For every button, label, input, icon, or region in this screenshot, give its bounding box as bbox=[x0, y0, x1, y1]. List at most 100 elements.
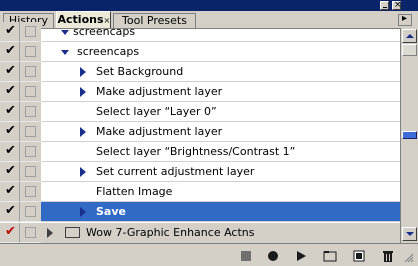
set-label: Wow 7-Graphic Enhance Actns bbox=[86, 226, 255, 239]
checkmark-icon: ✔ bbox=[5, 83, 16, 98]
set-label: screencaps bbox=[77, 45, 140, 58]
list-item[interactable]: ✔ Select layer “Layer 0” bbox=[0, 102, 400, 122]
record-icon[interactable] bbox=[265, 248, 281, 264]
checkmark-icon: ✔ bbox=[5, 43, 16, 58]
list-item[interactable]: ✔ Set Background bbox=[0, 62, 400, 82]
dialog-box bbox=[25, 46, 36, 57]
checkmark-icon: ✔ bbox=[5, 183, 16, 198]
scroll-track[interactable] bbox=[402, 44, 417, 56]
action-step-label: Select layer “Brightness/Contrast 1” bbox=[96, 145, 296, 158]
triangle-right-icon[interactable] bbox=[45, 227, 55, 239]
list-item-body[interactable]: Make adjustment layer bbox=[41, 82, 400, 102]
stop-icon[interactable] bbox=[238, 248, 254, 264]
dialog-box bbox=[25, 86, 36, 97]
list-item-selected[interactable]: ✔ Save bbox=[0, 202, 400, 222]
scroll-up-button[interactable] bbox=[402, 29, 417, 43]
action-step-label: Save bbox=[96, 205, 126, 218]
arrow-down-icon bbox=[405, 232, 414, 236]
toggle-dialog-checkbox[interactable] bbox=[20, 22, 41, 42]
dialog-box bbox=[25, 26, 36, 37]
toggle-dialog-checkbox[interactable] bbox=[20, 182, 41, 202]
list-item[interactable]: ✔ Select layer “Brightness/Contrast 1” bbox=[0, 142, 400, 162]
list-item[interactable]: ✔ Make adjustment layer bbox=[0, 122, 400, 142]
action-step-label: Set Background bbox=[96, 65, 184, 78]
arrow-up-icon bbox=[405, 34, 414, 38]
play-icon[interactable] bbox=[293, 248, 309, 264]
triangle-right-icon[interactable] bbox=[78, 66, 88, 78]
checkmark-icon: ✔ bbox=[5, 123, 16, 138]
toggle-dialog-checkbox[interactable] bbox=[20, 142, 41, 162]
triangle-right-icon[interactable] bbox=[78, 126, 88, 138]
list-item[interactable]: ✔ Make adjustment layer bbox=[0, 82, 400, 102]
checkmark-icon: ✔ bbox=[5, 103, 16, 118]
palette-title-bar[interactable] bbox=[0, 0, 418, 11]
list-item-body[interactable]: Make adjustment layer bbox=[41, 122, 400, 142]
list-item[interactable]: ✔ Flatten Image bbox=[0, 182, 400, 202]
action-step-label: Make adjustment layer bbox=[96, 85, 223, 98]
toggle-dialog-checkbox[interactable] bbox=[20, 202, 41, 222]
list-item-body[interactable]: Set Background bbox=[41, 62, 400, 82]
toggle-item-checkbox[interactable]: ✔ bbox=[0, 122, 20, 142]
triangle-right-icon[interactable] bbox=[78, 206, 88, 218]
close-button[interactable] bbox=[392, 0, 402, 11]
checkmark-icon: ✔ bbox=[5, 203, 16, 218]
triangle-down-icon[interactable] bbox=[60, 26, 70, 38]
trash-icon[interactable] bbox=[380, 248, 396, 264]
dialog-box bbox=[25, 166, 36, 177]
toggle-item-checkbox[interactable]: ✔ bbox=[0, 142, 20, 162]
dialog-box bbox=[25, 126, 36, 137]
vertical-scrollbar[interactable] bbox=[400, 28, 418, 243]
list-item[interactable]: ✔ screencaps bbox=[0, 22, 400, 42]
toggle-item-checkbox[interactable]: ✔ bbox=[0, 162, 20, 182]
minimize-button[interactable] bbox=[380, 1, 389, 10]
action-step-label: Set current adjustment layer bbox=[96, 165, 255, 178]
toggle-item-checkbox[interactable]: ✔ bbox=[0, 182, 20, 202]
list-item[interactable]: ✔ Wow 7-Graphic Enhance Actns bbox=[0, 223, 400, 243]
toggle-dialog-checkbox[interactable] bbox=[20, 102, 41, 122]
dialog-box bbox=[25, 206, 36, 217]
dialog-box bbox=[25, 227, 36, 238]
list-item-body[interactable]: Wow 7-Graphic Enhance Actns bbox=[41, 223, 400, 243]
folder-icon bbox=[65, 227, 80, 238]
scroll-down-button[interactable] bbox=[402, 227, 417, 241]
list-item[interactable]: ✔ screencaps bbox=[0, 42, 400, 62]
toggle-item-checkbox[interactable]: ✔ bbox=[0, 223, 20, 243]
checkmark-icon: ✔ bbox=[5, 63, 16, 78]
triangle-down-icon[interactable] bbox=[60, 46, 70, 58]
action-step-label: Select layer “Layer 0” bbox=[96, 105, 217, 118]
toggle-dialog-checkbox[interactable] bbox=[20, 62, 41, 82]
toggle-dialog-checkbox[interactable] bbox=[20, 122, 41, 142]
list-item-body[interactable]: Flatten Image bbox=[41, 182, 400, 202]
new-action-icon[interactable] bbox=[351, 248, 367, 264]
toggle-item-checkbox[interactable]: ✔ bbox=[0, 102, 20, 122]
new-set-folder-icon[interactable] bbox=[322, 248, 338, 264]
checkmark-icon: ✔ bbox=[5, 224, 16, 239]
scroll-thumb[interactable] bbox=[402, 131, 417, 139]
list-item[interactable]: ✔ Set current adjustment layer bbox=[0, 162, 400, 182]
dialog-box bbox=[25, 146, 36, 157]
action-step-label: Flatten Image bbox=[96, 185, 173, 198]
list-item-body[interactable]: Set current adjustment layer bbox=[41, 162, 400, 182]
checkmark-icon: ✔ bbox=[5, 23, 16, 38]
toggle-dialog-checkbox[interactable] bbox=[20, 223, 41, 243]
triangle-right-icon[interactable] bbox=[78, 166, 88, 178]
toggle-dialog-checkbox[interactable] bbox=[20, 42, 41, 62]
resize-grip-icon[interactable] bbox=[404, 253, 414, 263]
list-item-body[interactable]: Save bbox=[41, 202, 400, 222]
list-item-body[interactable]: Select layer “Brightness/Contrast 1” bbox=[41, 142, 400, 162]
toggle-item-checkbox[interactable]: ✔ bbox=[0, 22, 20, 42]
toggle-item-checkbox[interactable]: ✔ bbox=[0, 82, 20, 102]
list-item-body[interactable]: screencaps bbox=[41, 42, 400, 62]
toggle-dialog-checkbox[interactable] bbox=[20, 82, 41, 102]
list-item-body[interactable]: screencaps bbox=[41, 22, 400, 42]
toggle-item-checkbox[interactable]: ✔ bbox=[0, 62, 20, 82]
toggle-dialog-checkbox[interactable] bbox=[20, 162, 41, 182]
checkmark-icon: ✔ bbox=[5, 143, 16, 158]
dialog-box bbox=[25, 106, 36, 117]
triangle-right-icon[interactable] bbox=[78, 86, 88, 98]
palette-menu-button[interactable] bbox=[398, 13, 412, 26]
list-item-body[interactable]: Select layer “Layer 0” bbox=[41, 102, 400, 122]
toggle-item-checkbox[interactable]: ✔ bbox=[0, 42, 20, 62]
actions-list[interactable]: ✔ screencaps ✔ screencaps ✔ Set Backgrou… bbox=[0, 22, 400, 243]
toggle-item-checkbox[interactable]: ✔ bbox=[0, 202, 20, 222]
